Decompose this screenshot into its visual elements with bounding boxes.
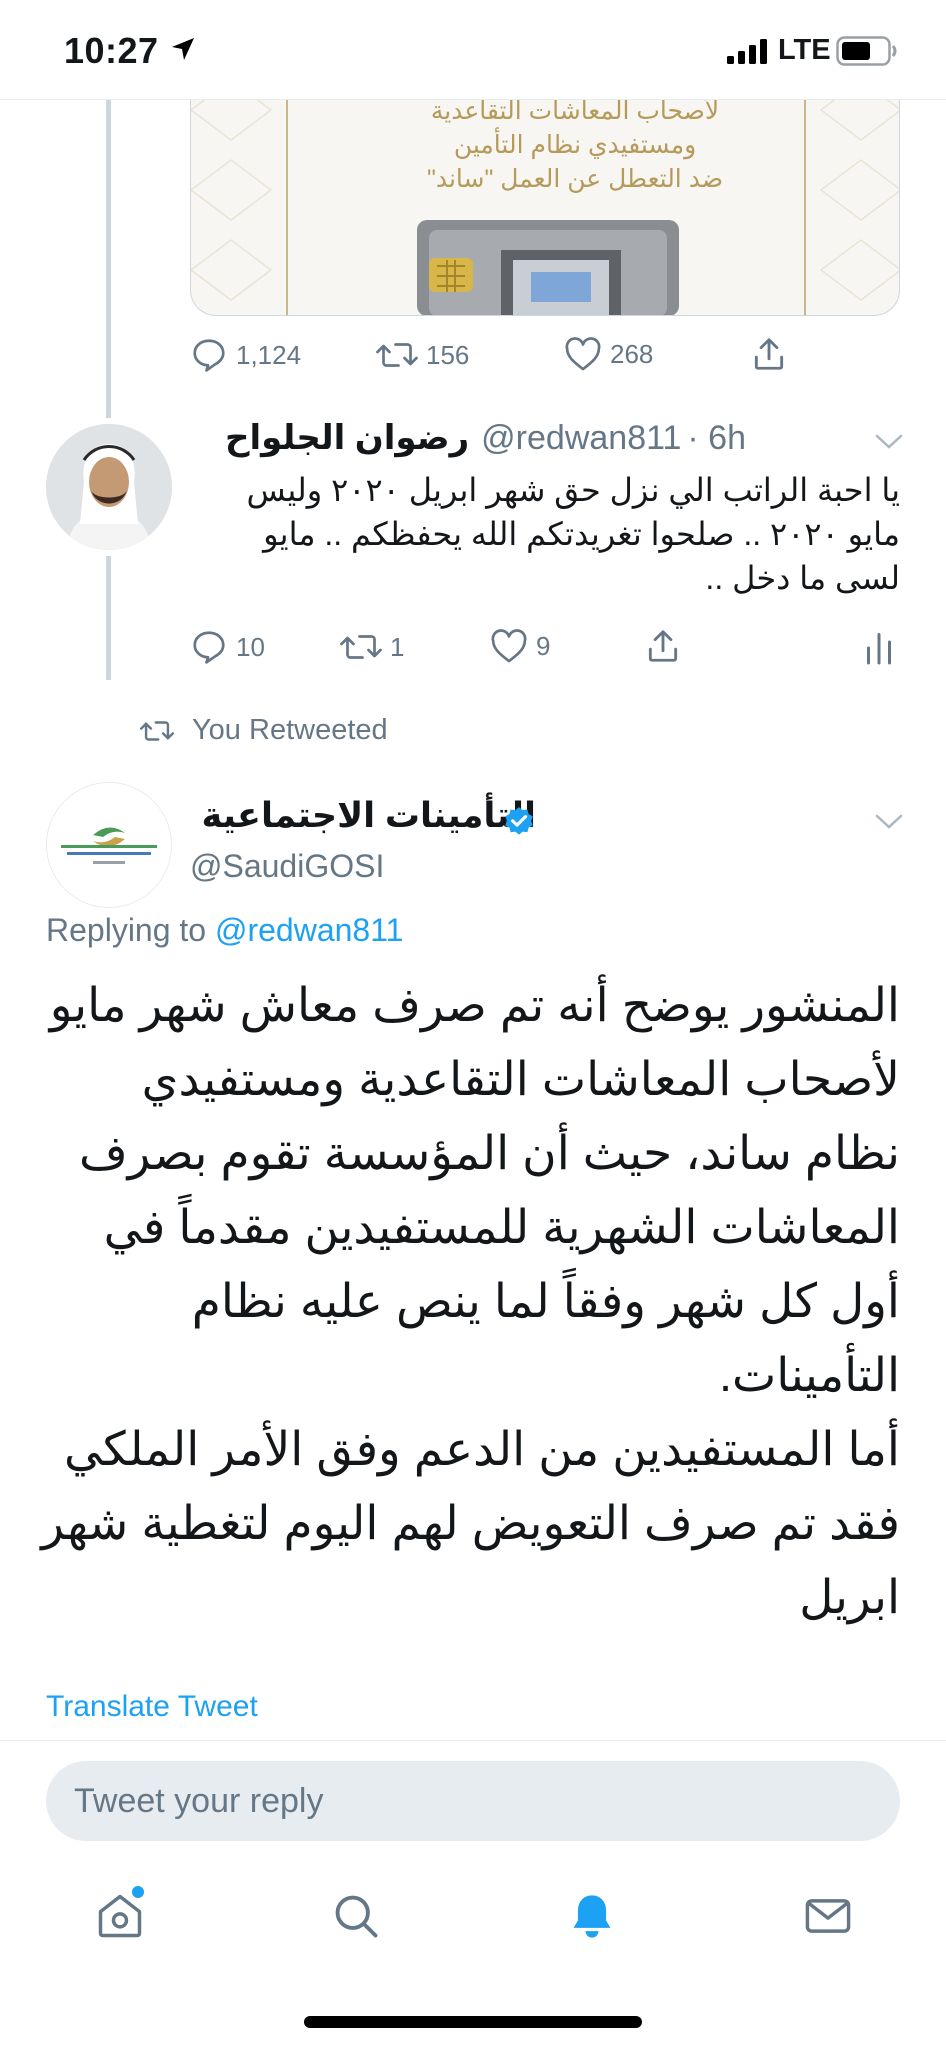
retweet-icon xyxy=(340,635,382,659)
verified-badge-icon xyxy=(505,807,533,835)
like-button[interactable]: 9 xyxy=(490,628,550,664)
author-display-name[interactable]: التأمينات الاجتماعية xyxy=(202,796,536,836)
notifications-icon xyxy=(573,1895,611,1938)
search-icon xyxy=(335,1895,378,1938)
messages-icon xyxy=(805,1899,851,1933)
status-time: 10:27 xyxy=(64,30,159,71)
media-text-line-2: ومستفيدي نظام التأمين xyxy=(453,131,697,159)
analytics-icon xyxy=(867,633,891,665)
tweet-text: يا احبة الراتب الي نزل حق شهر ابريل ٢٠٢٠… xyxy=(246,472,900,596)
tab-bar xyxy=(0,1860,946,2048)
reply-count: 10 xyxy=(236,631,265,662)
replying-prefix: Replying to xyxy=(46,912,215,948)
media-text-line-1: لأصحاب المعاشات التقاعدية xyxy=(430,97,720,125)
reply-count: 1,124 xyxy=(236,339,302,370)
tab-home[interactable] xyxy=(94,1886,146,1947)
tweet-author[interactable]: رضوان الجلواح @redwan811 · 6h xyxy=(225,418,746,458)
new-content-dot xyxy=(132,1886,144,1898)
share-button[interactable] xyxy=(750,334,788,374)
tab-notifications[interactable] xyxy=(566,1890,618,1947)
retweeted-label: You Retweeted xyxy=(192,714,388,746)
tweet-media-image[interactable]: لأصحاب المعاشات التقاعدية ومستفيدي نظام … xyxy=(190,80,900,316)
heart-icon xyxy=(491,629,527,663)
tab-search[interactable] xyxy=(330,1890,382,1947)
reply-bar: Tweet your reply xyxy=(0,1740,946,1858)
avatar[interactable] xyxy=(46,424,172,550)
signal-icon xyxy=(727,39,767,64)
replying-to: Replying to @redwan811 xyxy=(46,912,403,949)
retweet-count: 156 xyxy=(426,339,470,370)
reply-button[interactable]: 1,124 xyxy=(190,336,301,374)
retweet-button[interactable]: 1 xyxy=(340,628,404,666)
avatar[interactable] xyxy=(46,782,172,908)
tab-messages[interactable] xyxy=(802,1890,854,1947)
analytics-button[interactable] xyxy=(864,630,894,666)
retweet-icon xyxy=(376,343,418,367)
share-icon xyxy=(648,630,678,662)
like-count: 9 xyxy=(536,630,551,661)
main-tweet-text-content: المنشور يوضح أنه تم صرف معاش شهر مايو لأ… xyxy=(41,978,900,1623)
network-type: LTE xyxy=(778,34,831,66)
author-display-name: رضوان الجلواح xyxy=(225,419,470,457)
chevron-down-icon[interactable] xyxy=(874,812,904,832)
retweeted-indicator: You Retweeted xyxy=(140,714,388,747)
heart-icon xyxy=(565,337,601,371)
like-button[interactable]: 268 xyxy=(564,336,653,372)
reply-input[interactable]: Tweet your reply xyxy=(46,1761,900,1841)
media-text-line-3: ضد التعطل عن العمل "ساند" xyxy=(426,165,724,193)
replying-to-link[interactable]: @redwan811 xyxy=(215,912,403,948)
battery-icon xyxy=(836,36,897,66)
reply-icon xyxy=(193,631,225,664)
thread-line-middle xyxy=(106,556,111,680)
gosi-logo-icon xyxy=(47,783,171,907)
tweet-time: · 6h xyxy=(687,419,746,457)
reply-button[interactable]: 10 xyxy=(190,628,265,666)
user-avatar-image xyxy=(46,424,172,550)
retweet-count: 1 xyxy=(390,631,405,662)
retweet-button[interactable]: 156 xyxy=(376,336,469,374)
home-indicator xyxy=(304,2016,642,2028)
thread-line-top xyxy=(106,100,111,418)
translate-tweet-link[interactable]: Translate Tweet xyxy=(46,1690,258,1724)
author-handle[interactable]: @SaudiGOSI xyxy=(190,848,384,885)
reply-icon xyxy=(193,339,225,372)
share-icon xyxy=(754,338,784,370)
retweet-icon xyxy=(140,720,174,741)
like-count: 268 xyxy=(610,338,654,369)
location-arrow-icon xyxy=(172,38,194,60)
share-button[interactable] xyxy=(644,626,682,666)
chevron-down-icon[interactable] xyxy=(874,432,904,452)
status-bar: 10:27 LTE xyxy=(0,0,946,100)
main-tweet-text: المنشور يوضح أنه تم صرف معاش شهر مايو لأ… xyxy=(40,968,900,1634)
author-handle: @redwan811 xyxy=(481,419,682,457)
